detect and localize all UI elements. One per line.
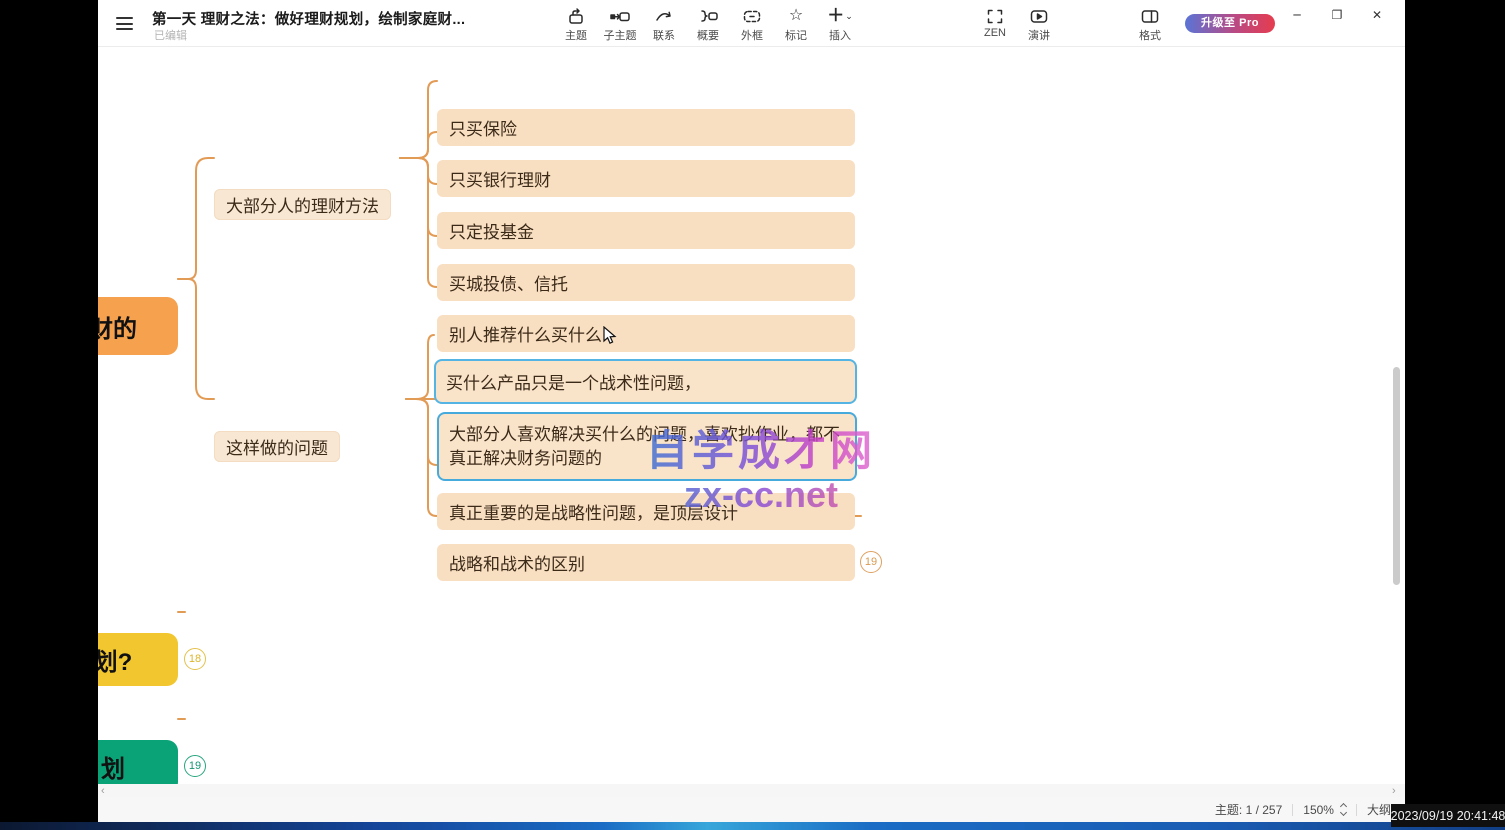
taskbar-edge-strip (0, 822, 1505, 830)
summary-label: 概要 (697, 27, 719, 43)
mindmap-canvas[interactable]: 财的 大部分人的理财方法 只买保险 只买银行理财 只定投基金 买城投债、信托 别… (98, 47, 1405, 786)
scroll-right-arrow-icon[interactable]: › (1392, 785, 1396, 797)
mouse-cursor-icon (603, 326, 617, 345)
outline-toggle[interactable]: 大纲 (1367, 801, 1391, 818)
zoom-level[interactable]: 150% (1303, 803, 1334, 817)
summary-button[interactable]: 概要 (686, 6, 730, 43)
statusbar: 主题: 1 / 257 150% 大纲 (98, 797, 1405, 822)
insert-plus-icon: ＋⌄ (827, 6, 853, 26)
topic-node[interactable]: 只定投基金 (437, 212, 855, 249)
marker-star-icon: ☆ (789, 6, 803, 26)
topic-label: 主题 (565, 27, 587, 43)
topic-icon (566, 6, 586, 26)
yellow-topic-node[interactable]: 划? (98, 633, 178, 686)
scroll-left-arrow-icon[interactable]: ‹ (101, 785, 105, 797)
collapsed-count-badge[interactable]: 19 (860, 551, 882, 573)
topic-node[interactable]: 只买保险 (437, 109, 855, 146)
titlebar: 第一天 理财之法：做好理财规划，绘制家庭财... 已编辑 主题 子主题 (98, 0, 1405, 47)
insert-label: 插入 (829, 27, 851, 43)
zoom-stepper-icon[interactable] (1341, 804, 1346, 815)
format-toolbar: 格式 (1128, 6, 1172, 43)
hamburger-menu-icon[interactable] (116, 17, 133, 30)
window-controls: ─ ❐ ✕ (1277, 0, 1397, 30)
format-button[interactable]: 格式 (1128, 6, 1172, 43)
upgrade-pro-button[interactable]: 升级至 Pro (1185, 14, 1275, 33)
horizontal-scrollbar-track[interactable] (98, 784, 1405, 797)
video-frame: 第一天 理财之法：做好理财规划，绘制家庭财... 已编辑 主题 子主题 (0, 0, 1505, 830)
presentation-play-icon (1029, 6, 1049, 26)
topic-counter: 主题: 1 / 257 (1215, 801, 1282, 818)
zen-label: ZEN (984, 27, 1006, 39)
zen-mode-icon (985, 6, 1005, 26)
topic-button[interactable]: 主题 (554, 6, 598, 43)
relationship-button[interactable]: 联系 (642, 6, 686, 43)
marker-button[interactable]: ☆ 标记 (774, 6, 818, 43)
close-button-icon[interactable]: ✕ (1357, 0, 1397, 30)
topic-node[interactable]: 只买银行理财 (437, 160, 855, 197)
present-label: 演讲 (1028, 27, 1050, 43)
relationship-label: 联系 (653, 27, 675, 43)
topic-node[interactable]: 战略和战术的区别 (437, 544, 855, 581)
subtopic-button[interactable]: 子主题 (598, 6, 642, 43)
vertical-scrollbar-thumb[interactable] (1393, 367, 1400, 585)
present-button[interactable]: 演讲 (1017, 6, 1061, 43)
marker-label: 标记 (785, 27, 807, 43)
subtopic-icon (609, 6, 631, 26)
insert-button[interactable]: ＋⌄ 插入 (818, 6, 862, 43)
selected-topic-node[interactable]: 买什么产品只是一个战术性问题， (434, 359, 857, 404)
collapsed-count-badge[interactable]: 18 (184, 648, 206, 670)
zen-button[interactable]: ZEN (973, 6, 1017, 43)
boundary-label: 外框 (741, 27, 763, 43)
statusbar-divider (1292, 804, 1293, 816)
recording-timestamp: 2023/09/19 20:41:48 (1391, 804, 1505, 827)
maximize-button-icon[interactable]: ❐ (1317, 0, 1357, 30)
format-label: 格式 (1139, 27, 1161, 43)
document-title: 第一天 理财之法：做好理财规划，绘制家庭财... (152, 8, 465, 29)
minimize-button-icon[interactable]: ─ (1277, 0, 1317, 30)
subtopic-label: 子主题 (604, 27, 637, 43)
boundary-button[interactable]: 外框 (730, 6, 774, 43)
central-topic-node[interactable]: 财的 (98, 297, 178, 355)
statusbar-divider (1356, 804, 1357, 816)
summary-icon (698, 6, 719, 26)
topic-node[interactable]: 别人推荐什么买什么 (437, 315, 855, 352)
selected-topic-node[interactable]: 大部分人喜欢解决买什么的问题，喜欢抄作业，都不真正解决财务问题的 (437, 412, 857, 481)
branch-node[interactable]: 大部分人的理财方法 (214, 189, 391, 220)
topic-node[interactable]: 买城投债、信托 (437, 264, 855, 301)
xmind-window: 第一天 理财之法：做好理财规划，绘制家庭财... 已编辑 主题 子主题 (98, 0, 1405, 822)
edited-status: 已编辑 (154, 27, 187, 43)
topic-node[interactable]: 真正重要的是战略性问题，是顶层设计 (437, 493, 855, 530)
collapsed-count-badge[interactable]: 19 (184, 755, 206, 777)
branch-node[interactable]: 这样做的问题 (214, 431, 340, 462)
format-panel-icon (1140, 6, 1160, 26)
relationship-icon (654, 6, 674, 26)
right-toolbar: ZEN 演讲 (973, 6, 1061, 43)
main-toolbar: 主题 子主题 联系 概 (554, 6, 862, 43)
boundary-icon (742, 6, 762, 26)
